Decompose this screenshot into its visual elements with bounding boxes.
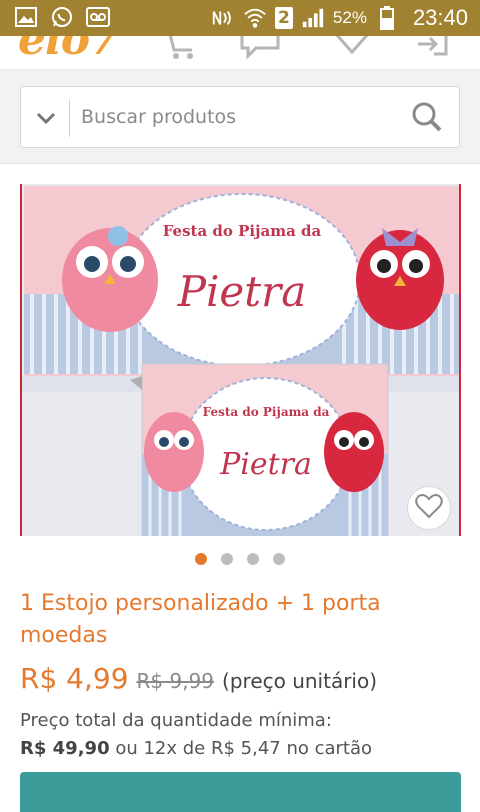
search-icon[interactable] — [411, 101, 443, 133]
image-bottom-title: Festa do Pijama da — [203, 405, 330, 419]
search-bar-area — [0, 70, 480, 164]
carousel-indicator — [0, 553, 480, 565]
search-divider — [69, 99, 70, 137]
total-price-value: R$ 49,90 — [20, 738, 110, 759]
carousel-dot[interactable] — [247, 553, 259, 565]
old-price: R$ 9,99 — [136, 669, 215, 693]
search-box[interactable] — [20, 86, 460, 148]
wifi-icon — [243, 7, 267, 29]
carousel-dot[interactable] — [221, 553, 233, 565]
product-image[interactable]: Festa do Pijama da Pietra Festa do Pijam… — [20, 184, 461, 536]
cart-icon[interactable] — [160, 36, 200, 60]
app-bar: elo7 — [0, 36, 480, 70]
gallery-notification-icon — [14, 6, 38, 28]
chat-icon[interactable] — [238, 36, 280, 60]
battery-icon — [375, 6, 399, 30]
price-row: R$ 4,99 R$ 9,99 (preço unitário) — [20, 662, 377, 695]
image-top-name: Pietra — [177, 267, 307, 316]
voicemail-notification-icon — [86, 6, 110, 28]
current-price: R$ 4,99 — [20, 662, 129, 695]
elo7-logo[interactable]: elo7 — [18, 36, 120, 65]
whatsapp-notification-icon — [50, 6, 74, 28]
signal-icon — [301, 7, 325, 29]
price-note: (preço unitário) — [222, 669, 378, 693]
total-price-label: Preço total da quantidade mínima: — [20, 710, 332, 731]
installments-text: ou 12x de R$ 5,47 no cartão — [115, 738, 373, 759]
buy-button[interactable] — [20, 772, 461, 812]
sim-slot-badge: 2 — [274, 7, 293, 29]
total-price-row: R$ 49,90 ou 12x de R$ 5,47 no cartão — [20, 738, 372, 759]
login-icon[interactable] — [412, 36, 452, 60]
favorite-button[interactable] — [407, 486, 451, 530]
image-bottom-name: Pietra — [219, 447, 312, 482]
carousel-dot[interactable] — [273, 553, 285, 565]
search-input[interactable] — [81, 87, 391, 147]
battery-percent: 52% — [332, 8, 367, 27]
favorites-icon[interactable] — [330, 36, 370, 60]
image-top-title: Festa do Pijama da — [163, 222, 322, 240]
chevron-down-icon[interactable] — [33, 105, 59, 131]
carousel-dot[interactable] — [195, 553, 207, 565]
product-title: 1 Estojo personalizado + 1 porta moedas — [20, 591, 381, 648]
status-bar: 2 52% 23:40 — [0, 0, 480, 36]
nfc-icon — [211, 7, 235, 29]
clock: 23:40 — [412, 5, 468, 30]
heart-icon — [415, 493, 443, 523]
